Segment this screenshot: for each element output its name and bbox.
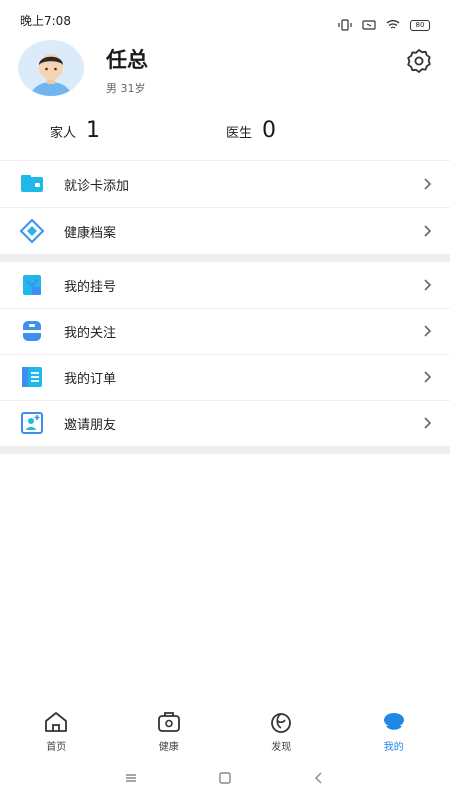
battery-level: 80 bbox=[410, 19, 430, 31]
avatar[interactable] bbox=[18, 40, 84, 96]
menu-item-health-record[interactable]: 健康档案 bbox=[0, 208, 450, 254]
menu-item-orders[interactable]: 我的订单 bbox=[0, 354, 450, 400]
tab-mine-label: 我的 bbox=[383, 742, 404, 753]
menu-item-card-add[interactable]: 就诊卡添加 bbox=[0, 161, 450, 207]
menu-item-invite[interactable]: 邀请朋友 bbox=[0, 400, 450, 446]
vibrate-icon bbox=[338, 19, 352, 31]
bottom-tab-bar: 首页 健康 发现 我的 bbox=[0, 704, 450, 756]
register-icon bbox=[23, 275, 41, 295]
gear-icon[interactable] bbox=[406, 48, 432, 74]
menu-label: 我的挂号 bbox=[64, 279, 117, 295]
tab-health-label: 健康 bbox=[158, 742, 179, 753]
tab-home[interactable]: 首页 bbox=[0, 704, 113, 756]
chevron-right-icon bbox=[424, 279, 432, 291]
chevron-right-icon bbox=[424, 371, 432, 383]
chevron-right-icon bbox=[424, 417, 432, 429]
sim-icon bbox=[362, 20, 376, 30]
chevron-right-icon bbox=[424, 225, 432, 237]
diamond-icon bbox=[19, 218, 45, 244]
stat-family-value: 1 bbox=[86, 118, 101, 143]
tab-discover[interactable]: 发现 bbox=[225, 704, 338, 756]
status-bar: 晚上7:08 80 bbox=[0, 0, 450, 38]
tab-health[interactable]: 健康 bbox=[113, 704, 226, 756]
discover-icon bbox=[271, 713, 292, 733]
order-icon bbox=[22, 367, 42, 387]
menu-label: 我的关注 bbox=[64, 325, 117, 341]
menu-label: 健康档案 bbox=[64, 225, 117, 241]
section-divider bbox=[0, 446, 450, 454]
card-icon bbox=[21, 175, 43, 192]
menu-label: 我的订单 bbox=[64, 371, 117, 387]
system-nav-bar bbox=[0, 756, 450, 800]
section-divider bbox=[0, 254, 450, 262]
menu-item-registration[interactable]: 我的挂号 bbox=[0, 262, 450, 308]
user-name: 任总 bbox=[106, 48, 148, 72]
user-gender-age: 男 31岁 bbox=[106, 82, 146, 95]
profile-tab-icon bbox=[383, 713, 404, 730]
wifi-icon bbox=[386, 20, 400, 29]
health-icon bbox=[157, 712, 180, 732]
profile-header: 任总 男 31岁 bbox=[18, 40, 432, 100]
menu-item-follow[interactable]: 我的关注 bbox=[0, 308, 450, 354]
stat-family[interactable]: 家人 1 bbox=[50, 118, 100, 143]
menu-label: 就诊卡添加 bbox=[64, 178, 130, 194]
menu-label: 邀请朋友 bbox=[64, 417, 117, 433]
status-time: 晚上7:08 bbox=[20, 14, 71, 28]
follow-icon bbox=[23, 321, 41, 341]
tab-discover-label: 发现 bbox=[271, 742, 292, 753]
stats-row: 家人 1 医生 0 bbox=[0, 118, 450, 158]
chevron-right-icon bbox=[424, 178, 432, 190]
avatar-image bbox=[31, 54, 71, 96]
tab-home-label: 首页 bbox=[46, 742, 67, 753]
tab-mine[interactable]: 我的 bbox=[338, 704, 450, 756]
stat-doctor-value: 0 bbox=[262, 118, 277, 143]
stat-doctor-label: 医生 bbox=[226, 126, 253, 141]
stat-doctor[interactable]: 医生 0 bbox=[226, 118, 276, 143]
invite-icon bbox=[21, 412, 43, 434]
chevron-right-icon bbox=[424, 325, 432, 337]
home-square-icon[interactable] bbox=[218, 772, 232, 784]
status-icons: 80 bbox=[338, 12, 430, 38]
home-icon bbox=[45, 712, 68, 732]
back-icon[interactable] bbox=[312, 772, 326, 784]
menu-icon[interactable] bbox=[124, 772, 138, 784]
battery-icon: 80 bbox=[410, 19, 430, 31]
stat-family-label: 家人 bbox=[50, 126, 77, 141]
